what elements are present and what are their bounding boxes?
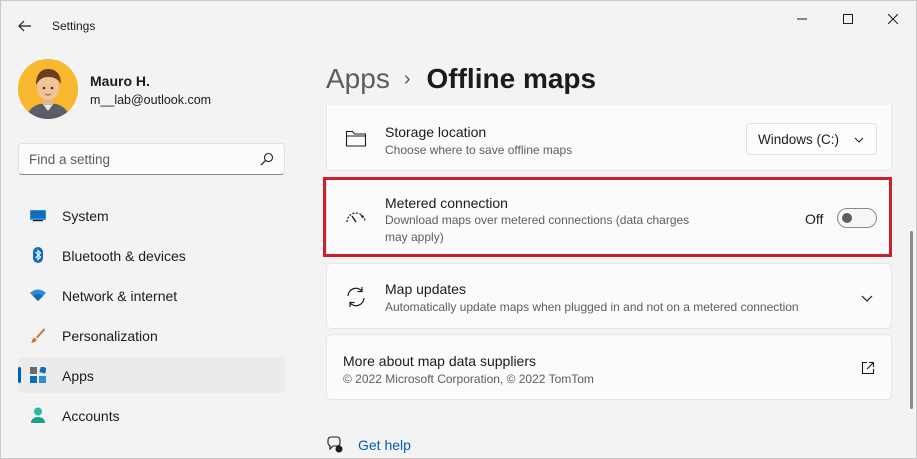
user-avatar-icon [18, 59, 78, 119]
sidebar-item-personalization[interactable]: Personalization [18, 317, 285, 353]
get-help-row[interactable]: Get help [326, 435, 411, 455]
selection-indicator [18, 367, 21, 383]
setting-description: Automatically update maps when plugged i… [385, 300, 799, 314]
toggle-knob [842, 213, 852, 223]
setting-description: Choose where to save offline maps [385, 143, 573, 157]
monitor-icon [30, 210, 46, 222]
map-data-suppliers-card[interactable]: More about map data suppliers © 2022 Mic… [326, 334, 892, 400]
sidebar-item-label: Personalization [62, 328, 158, 344]
setting-title: More about map data suppliers [343, 353, 536, 369]
sidebar-item-system[interactable]: System [18, 197, 285, 233]
breadcrumb-separator: › [403, 67, 411, 90]
back-button[interactable] [11, 13, 39, 39]
setting-description: © 2022 Microsoft Corporation, © 2022 Tom… [343, 372, 594, 386]
breadcrumb-parent[interactable]: Apps [326, 63, 390, 95]
minimize-button[interactable] [780, 5, 824, 33]
search-input[interactable]: Find a setting [18, 143, 285, 175]
user-email: m__lab@outlook.com [90, 93, 212, 107]
sidebar-item-apps[interactable]: Apps [18, 357, 285, 393]
scrollbar[interactable] [910, 231, 913, 409]
search-placeholder: Find a setting [29, 152, 111, 167]
speedometer-icon [346, 212, 366, 223]
sidebar-item-bluetooth[interactable]: Bluetooth & devices [18, 237, 285, 273]
title-bar: Settings [1, 1, 916, 49]
window-title: Settings [52, 19, 96, 33]
maximize-icon [843, 14, 853, 24]
metered-connection-card: Metered connection Download maps over me… [326, 179, 892, 255]
maximize-button[interactable] [826, 5, 870, 33]
arrow-left-icon [18, 20, 31, 32]
chevron-down-icon [854, 137, 864, 143]
storage-location-card: Storage location Choose where to save of… [326, 105, 892, 171]
bluetooth-icon [33, 247, 43, 263]
settings-window: Settings Mauro H. m__lab@outlook.com Fin… [0, 0, 917, 459]
sidebar-item-label: System [62, 208, 109, 224]
apps-icon [30, 367, 46, 383]
sidebar-item-label: Bluetooth & devices [62, 248, 186, 264]
get-help-link[interactable]: Get help [358, 437, 411, 453]
map-updates-card[interactable]: Map updates Automatically update maps wh… [326, 263, 892, 329]
breadcrumb: Apps › Offline maps [326, 59, 596, 99]
help-chat-icon [327, 436, 343, 453]
selected-drive: Windows (C:) [758, 132, 840, 147]
storage-drive-dropdown[interactable]: Windows (C:) [746, 123, 877, 155]
sidebar-nav: System Bluetooth & devices Network & int… [18, 197, 285, 437]
toggle-state-label: Off [805, 211, 824, 227]
sidebar-item-label: Accounts [62, 408, 120, 424]
avatar[interactable] [18, 59, 78, 119]
page-title: Offline maps [426, 63, 597, 94]
chevron-down-icon[interactable] [861, 292, 873, 304]
sidebar-item-label: Network & internet [62, 288, 178, 304]
sidebar-item-accounts[interactable]: Accounts [18, 397, 285, 433]
person-icon [31, 407, 45, 423]
close-button[interactable] [871, 5, 915, 33]
setting-title: Storage location [385, 124, 487, 140]
setting-title: Metered connection [385, 195, 508, 211]
setting-title: Map updates [385, 281, 466, 297]
search-icon[interactable] [260, 152, 274, 166]
sync-icon [347, 287, 365, 307]
close-icon [888, 14, 898, 24]
metered-connection-toggle[interactable] [837, 208, 877, 228]
folder-icon [345, 130, 367, 147]
wifi-icon [30, 289, 46, 301]
user-name: Mauro H. [90, 73, 150, 89]
sidebar-item-label: Apps [62, 368, 94, 384]
sidebar-item-network[interactable]: Network & internet [18, 277, 285, 313]
minimize-icon [797, 18, 807, 20]
setting-description: Download maps over metered connections (… [385, 213, 690, 244]
open-external-icon[interactable] [861, 361, 875, 375]
brush-icon [30, 328, 45, 343]
